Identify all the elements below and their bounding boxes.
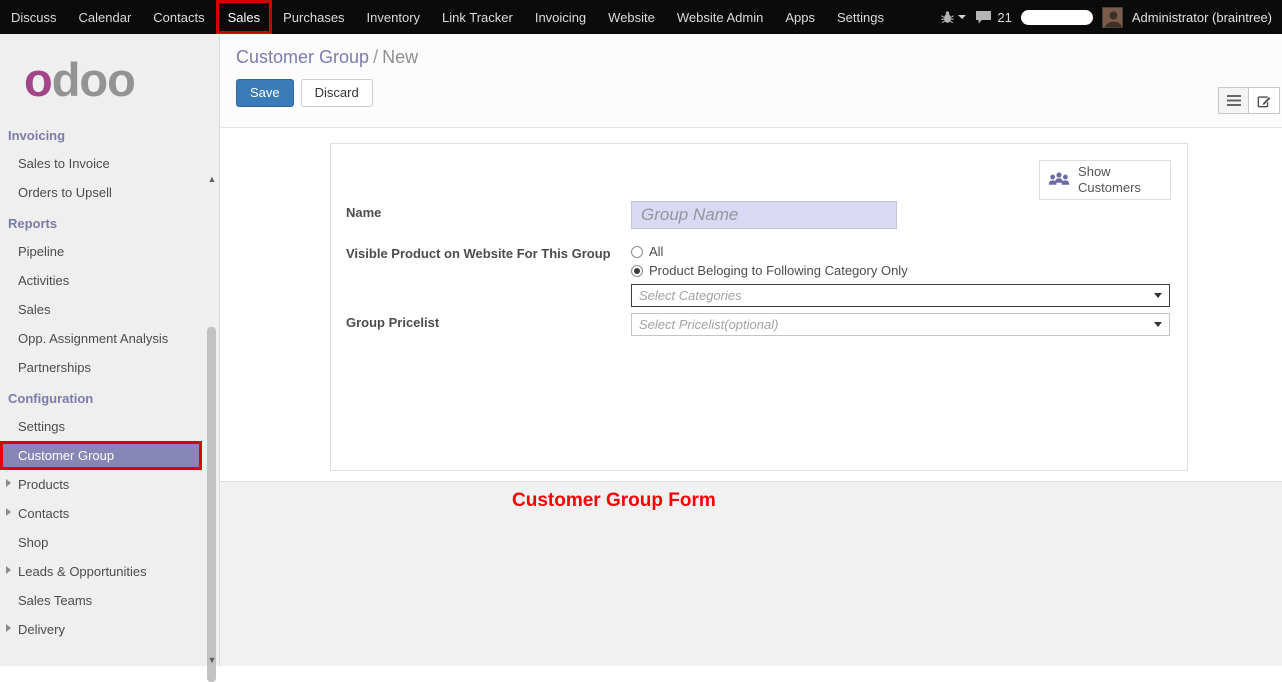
- visible-product-field-label: Visible Product on Website For This Grou…: [346, 246, 611, 261]
- menu-purchases[interactable]: Purchases: [272, 0, 355, 34]
- status-pill[interactable]: [1021, 10, 1093, 25]
- dropdown-caret-icon: [1154, 293, 1162, 298]
- sidebar-item-label: Leads & Opportunities: [18, 564, 147, 579]
- scrollbar-thumb[interactable]: [207, 327, 216, 682]
- sidebar-item-partnerships[interactable]: Partnerships: [0, 353, 219, 382]
- sidebar-item-pipeline[interactable]: Pipeline: [0, 237, 219, 266]
- menu-invoicing[interactable]: Invoicing: [524, 0, 597, 34]
- sidebar-item-leads-opportunities[interactable]: Leads & Opportunities: [0, 557, 219, 586]
- scroll-down-icon[interactable]: ▼: [206, 655, 218, 665]
- expand-caret-icon: [6, 624, 11, 632]
- menu-contacts[interactable]: Contacts: [142, 0, 215, 34]
- debug-caret-icon: [958, 15, 966, 19]
- radio-option-all[interactable]: All: [631, 244, 663, 259]
- pricelist-field-label: Group Pricelist: [346, 315, 439, 330]
- topbar-right: 21 Administrator (braintree): [940, 0, 1282, 34]
- sidebar: odoo Invoicing Sales to Invoice Orders t…: [0, 34, 220, 666]
- sidebar-item-label: Contacts: [18, 506, 69, 521]
- show-customers-label: Show Customers: [1078, 164, 1162, 197]
- user-avatar[interactable]: [1102, 7, 1123, 28]
- breadcrumb-customer-group-link[interactable]: Customer Group: [236, 47, 369, 67]
- menu-link-tracker[interactable]: Link Tracker: [431, 0, 524, 34]
- radio-option-category[interactable]: Product Beloging to Following Category O…: [631, 263, 908, 278]
- sidebar-item-sales[interactable]: Sales: [0, 295, 219, 324]
- breadcrumb-current: New: [382, 47, 418, 67]
- expand-caret-icon: [6, 566, 11, 574]
- logo-rest-letters: doo: [52, 53, 135, 106]
- category-radio-button[interactable]: [631, 265, 643, 277]
- sidebar-item-sales-to-invoice[interactable]: Sales to Invoice: [0, 149, 219, 178]
- customers-people-icon: [1048, 170, 1070, 190]
- annotation-caption: Customer Group Form: [512, 490, 716, 512]
- view-switcher: [1218, 87, 1280, 114]
- content-lower-area: [220, 481, 1282, 666]
- menu-settings[interactable]: Settings: [826, 0, 895, 34]
- sidebar-item-activities[interactable]: Activities: [0, 266, 219, 295]
- expand-caret-icon: [6, 508, 11, 516]
- form-action-buttons: Save Discard: [220, 68, 1282, 107]
- form-view-button[interactable]: [1249, 87, 1280, 114]
- breadcrumb-separator: /: [369, 47, 382, 67]
- menu-calendar[interactable]: Calendar: [68, 0, 143, 34]
- sidebar-item-sales-teams[interactable]: Sales Teams: [0, 586, 219, 615]
- odoo-logo: odoo: [0, 34, 219, 117]
- sidebar-item-orders-to-upsell[interactable]: Orders to Upsell: [0, 178, 219, 207]
- sidebar-heading-reports: Reports: [0, 207, 219, 237]
- pricelist-select-placeholder: Select Pricelist(optional): [639, 317, 778, 332]
- sidebar-item-contacts[interactable]: Contacts: [0, 499, 219, 528]
- sidebar-heading-invoicing: Invoicing: [0, 119, 219, 149]
- menu-sales[interactable]: Sales: [216, 0, 273, 34]
- expand-caret-icon: [6, 479, 11, 487]
- menu-website-admin[interactable]: Website Admin: [666, 0, 774, 34]
- scroll-up-icon[interactable]: ▲: [206, 174, 218, 184]
- category-radio-label: Product Beloging to Following Category O…: [649, 263, 908, 278]
- topbar-menu: Discuss Calendar Contacts Sales Purchase…: [0, 0, 895, 34]
- menu-inventory[interactable]: Inventory: [356, 0, 431, 34]
- sidebar-item-label: Delivery: [18, 622, 65, 637]
- sidebar-item-shop[interactable]: Shop: [0, 528, 219, 557]
- list-view-button[interactable]: [1218, 87, 1249, 114]
- name-field-label: Name: [346, 205, 381, 220]
- pricelist-select[interactable]: Select Pricelist(optional): [631, 313, 1170, 336]
- form-sheet: Show Customers Name Visible Product on W…: [330, 143, 1188, 471]
- group-name-input[interactable]: [631, 201, 897, 229]
- menu-apps[interactable]: Apps: [774, 0, 826, 34]
- sidebar-item-delivery[interactable]: Delivery: [0, 615, 219, 644]
- sidebar-scrollbar[interactable]: ▲ ▼: [206, 174, 218, 666]
- logo-accent-letter: o: [24, 53, 52, 106]
- all-radio-label: All: [649, 244, 663, 259]
- sidebar-item-settings[interactable]: Settings: [0, 412, 219, 441]
- breadcrumb: Customer Group/New: [220, 34, 1282, 68]
- save-button[interactable]: Save: [236, 79, 294, 107]
- menu-website[interactable]: Website: [597, 0, 666, 34]
- control-panel: Customer Group/New Save Discard: [220, 34, 1282, 128]
- messages-count[interactable]: 21: [997, 10, 1011, 25]
- sidebar-heading-configuration: Configuration: [0, 382, 219, 412]
- categories-select[interactable]: Select Categories: [631, 284, 1170, 307]
- messages-icon[interactable]: [975, 10, 992, 24]
- categories-select-placeholder: Select Categories: [639, 288, 742, 303]
- sidebar-item-customer-group[interactable]: Customer Group: [0, 441, 202, 470]
- form-edit-icon: [1257, 94, 1272, 108]
- show-customers-button[interactable]: Show Customers: [1039, 160, 1171, 200]
- user-menu[interactable]: Administrator (braintree): [1132, 10, 1272, 25]
- sidebar-item-label: Products: [18, 477, 69, 492]
- sidebar-item-products[interactable]: Products: [0, 470, 219, 499]
- all-radio-button[interactable]: [631, 246, 643, 258]
- form-view: Show Customers Name Visible Product on W…: [220, 128, 1282, 666]
- sidebar-item-opp-assignment-analysis[interactable]: Opp. Assignment Analysis: [0, 324, 219, 353]
- debug-bug-icon[interactable]: [940, 10, 966, 24]
- topbar: Discuss Calendar Contacts Sales Purchase…: [0, 0, 1282, 34]
- menu-discuss[interactable]: Discuss: [0, 0, 68, 34]
- dropdown-caret-icon: [1154, 322, 1162, 327]
- sidebar-menu: Invoicing Sales to Invoice Orders to Ups…: [0, 117, 219, 644]
- list-icon: [1227, 94, 1241, 107]
- discard-button[interactable]: Discard: [301, 79, 373, 107]
